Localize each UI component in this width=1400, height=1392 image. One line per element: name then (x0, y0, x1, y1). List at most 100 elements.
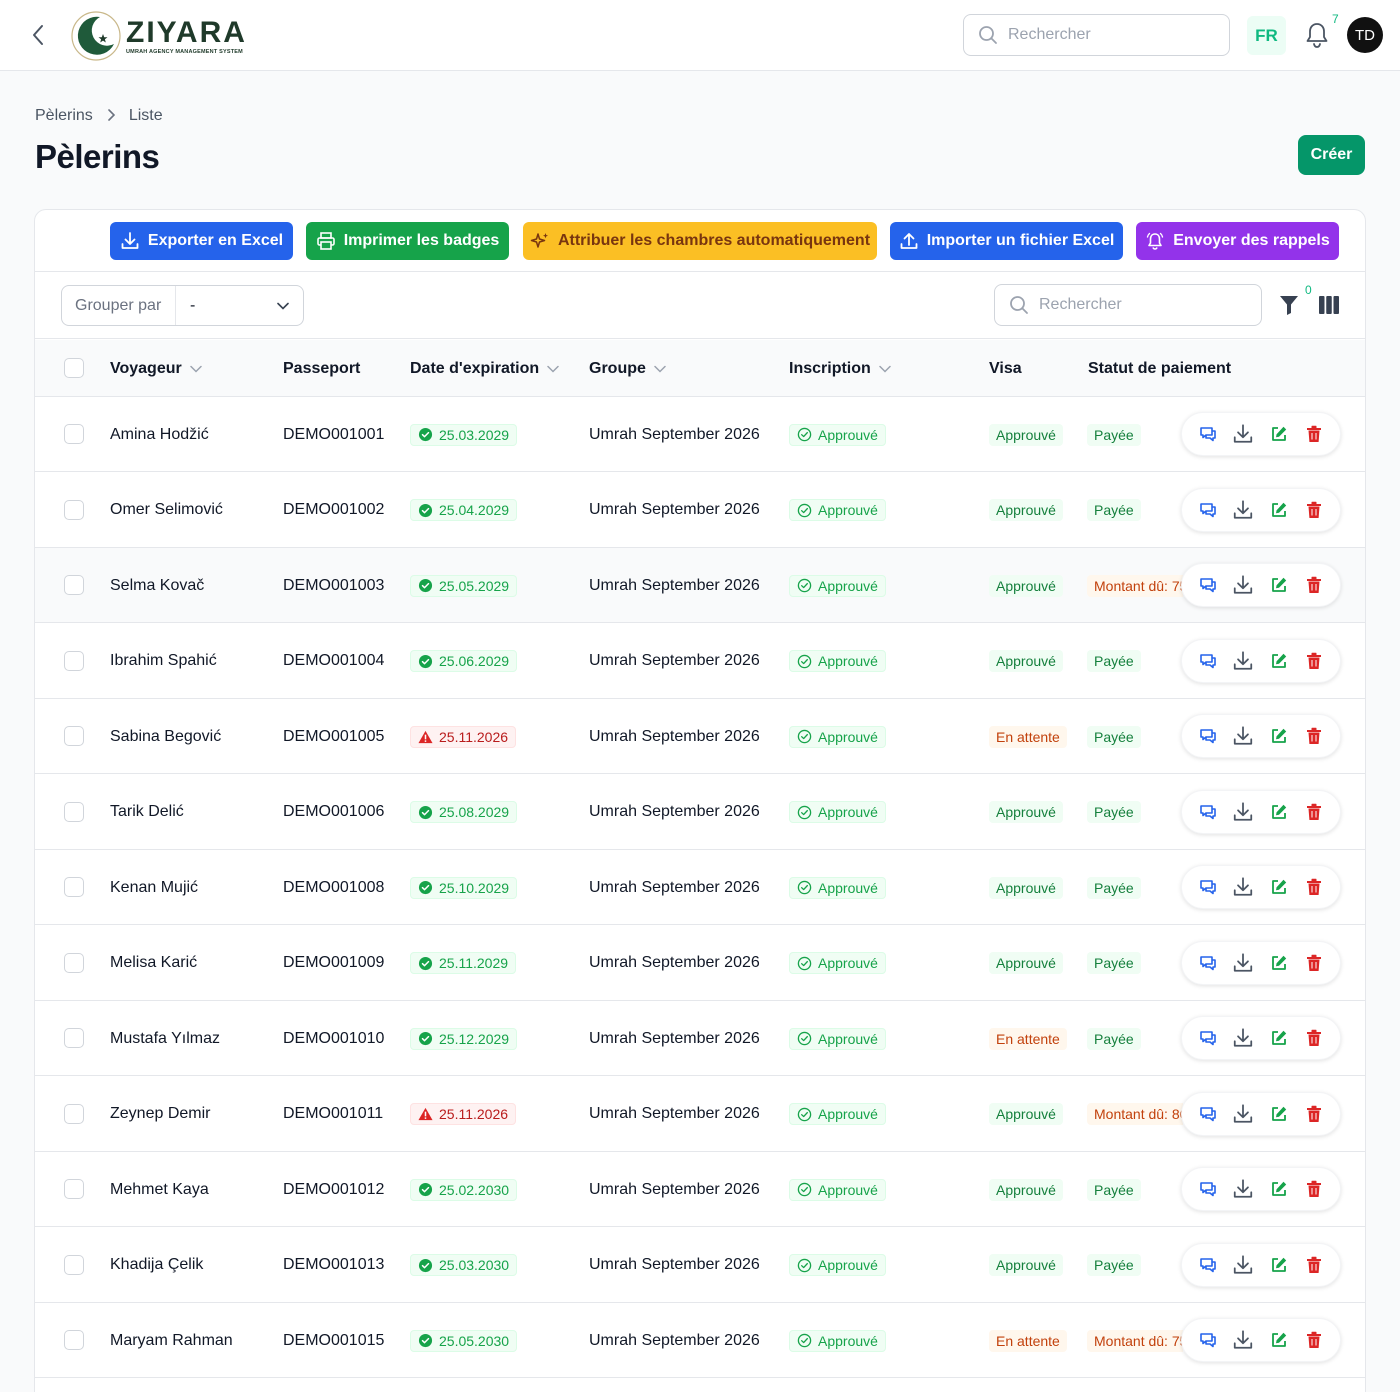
comments-button[interactable] (1196, 1102, 1220, 1126)
traveler-name[interactable]: Omer Selimović (110, 473, 223, 548)
download-button[interactable] (1231, 498, 1255, 522)
logo[interactable]: ZIYARA UMRAH AGENCY MANAGEMENT SYSTEM (70, 10, 247, 62)
group-name[interactable]: Umrah September 2026 (589, 1001, 760, 1076)
edit-button[interactable] (1267, 573, 1291, 597)
table-row[interactable]: Khadija Çelik DEMO001013 25.03.2030 Umra… (35, 1227, 1365, 1303)
group-name[interactable]: Umrah September 2026 (589, 1077, 760, 1152)
group-by-select[interactable]: - (176, 297, 303, 315)
comments-button[interactable] (1196, 1177, 1220, 1201)
table-row[interactable]: Melisa Karić DEMO001009 25.11.2029 Umrah… (35, 925, 1365, 1001)
table-row[interactable]: Omer Selimović DEMO001002 25.04.2029 Umr… (35, 472, 1365, 548)
table-search-input[interactable] (1039, 296, 1239, 314)
group-name[interactable]: Umrah September 2026 (589, 850, 760, 925)
notifications-button[interactable] (1303, 20, 1331, 50)
column-header-groupe[interactable]: Groupe (589, 340, 666, 397)
traveler-name[interactable]: Ibrahim Spahić (110, 624, 217, 699)
delete-button[interactable] (1302, 875, 1326, 899)
group-name[interactable]: Umrah September 2026 (589, 699, 760, 774)
download-button[interactable] (1231, 875, 1255, 899)
traveler-name[interactable]: Melisa Karić (110, 926, 197, 1001)
row-checkbox[interactable] (64, 424, 84, 444)
delete-button[interactable] (1302, 1102, 1326, 1126)
row-checkbox[interactable] (64, 801, 84, 822)
comments-button[interactable] (1196, 422, 1220, 446)
row-checkbox[interactable] (64, 1254, 84, 1275)
export-excel-button[interactable]: Exporter en Excel (110, 222, 293, 260)
traveler-name[interactable]: Mustafa Yılmaz (110, 1001, 220, 1076)
edit-button[interactable] (1267, 1253, 1291, 1277)
delete-button[interactable] (1302, 1253, 1326, 1277)
edit-button[interactable] (1267, 422, 1291, 446)
delete-button[interactable] (1302, 1177, 1326, 1201)
delete-button[interactable] (1302, 573, 1326, 597)
download-button[interactable] (1231, 1328, 1255, 1352)
breadcrumb-item-pelerins[interactable]: Pèlerins (35, 107, 93, 125)
comments-button[interactable] (1196, 800, 1220, 824)
table-row[interactable]: Mehmet Kaya DEMO001012 25.02.2030 Umrah … (35, 1152, 1365, 1227)
traveler-name[interactable]: Amina Hodžić (110, 397, 209, 472)
row-checkbox[interactable] (64, 575, 84, 595)
delete-button[interactable] (1302, 800, 1326, 824)
comments-button[interactable] (1196, 573, 1220, 597)
edit-button[interactable] (1267, 1102, 1291, 1126)
comments-button[interactable] (1196, 1328, 1220, 1352)
row-checkbox[interactable] (64, 1179, 84, 1199)
column-header-inscription[interactable]: Inscription (789, 340, 891, 397)
select-all-checkbox[interactable] (64, 358, 84, 378)
row-checkbox[interactable] (64, 499, 84, 520)
table-row[interactable]: Amina Hodžić DEMO001001 25.03.2029 Umrah… (35, 397, 1365, 472)
group-name[interactable]: Umrah September 2026 (589, 548, 760, 623)
filter-icon[interactable] (1279, 294, 1299, 316)
comments-button[interactable] (1196, 1026, 1220, 1050)
group-name[interactable]: Umrah September 2026 (589, 1152, 760, 1227)
comments-button[interactable] (1196, 1253, 1220, 1277)
print-badges-button[interactable]: Imprimer les badges (306, 222, 509, 260)
comments-button[interactable] (1196, 875, 1220, 899)
download-button[interactable] (1231, 1026, 1255, 1050)
download-button[interactable] (1231, 800, 1255, 824)
edit-button[interactable] (1267, 1328, 1291, 1352)
global-search[interactable] (963, 14, 1230, 56)
edit-button[interactable] (1267, 724, 1291, 748)
comments-button[interactable] (1196, 498, 1220, 522)
row-checkbox[interactable] (64, 650, 84, 671)
delete-button[interactable] (1302, 1026, 1326, 1050)
send-reminders-button[interactable]: Envoyer des rappels (1136, 222, 1339, 260)
traveler-name[interactable]: Selma Kovač (110, 548, 204, 623)
traveler-name[interactable]: Khadija Çelik (110, 1228, 203, 1303)
group-name[interactable]: Umrah September 2026 (589, 397, 760, 472)
import-excel-button[interactable]: Importer un fichier Excel (890, 222, 1123, 260)
group-name[interactable]: Umrah September 2026 (589, 926, 760, 1001)
column-header-date-expiration[interactable]: Date d'expiration (410, 340, 559, 397)
comments-button[interactable] (1196, 649, 1220, 673)
download-button[interactable] (1231, 1253, 1255, 1277)
language-switch[interactable]: FR (1247, 16, 1286, 55)
download-button[interactable] (1231, 422, 1255, 446)
row-checkbox[interactable] (64, 952, 84, 973)
edit-button[interactable] (1267, 875, 1291, 899)
group-name[interactable]: Umrah September 2026 (589, 1228, 760, 1303)
delete-button[interactable] (1302, 724, 1326, 748)
row-checkbox[interactable] (64, 726, 84, 746)
group-name[interactable]: Umrah September 2026 (589, 775, 760, 850)
table-row[interactable]: Kenan Mujić DEMO001008 25.10.2029 Umrah … (35, 850, 1365, 925)
edit-button[interactable] (1267, 498, 1291, 522)
table-row[interactable]: Ibrahim Spahić DEMO001004 25.06.2029 Umr… (35, 623, 1365, 699)
global-search-input[interactable] (1008, 26, 1208, 44)
edit-button[interactable] (1267, 649, 1291, 673)
edit-button[interactable] (1267, 1026, 1291, 1050)
row-checkbox[interactable] (64, 1330, 84, 1350)
row-checkbox[interactable] (64, 1028, 84, 1048)
delete-button[interactable] (1302, 1328, 1326, 1352)
delete-button[interactable] (1302, 422, 1326, 446)
avatar[interactable]: TD (1347, 17, 1383, 53)
table-row[interactable]: Selma Kovač DEMO001003 25.05.2029 Umrah … (35, 548, 1365, 623)
table-row[interactable]: Zeynep Demir DEMO001011 25.11.2026 Umrah… (35, 1076, 1365, 1152)
download-button[interactable] (1231, 951, 1255, 975)
table-row[interactable]: Maryam Rahman DEMO001015 25.05.2030 Umra… (35, 1303, 1365, 1378)
edit-button[interactable] (1267, 951, 1291, 975)
traveler-name[interactable]: Mehmet Kaya (110, 1152, 209, 1227)
auto-assign-rooms-button[interactable]: Attribuer les chambres automatiquement (523, 222, 877, 260)
traveler-name[interactable]: Kenan Mujić (110, 850, 198, 925)
delete-button[interactable] (1302, 951, 1326, 975)
